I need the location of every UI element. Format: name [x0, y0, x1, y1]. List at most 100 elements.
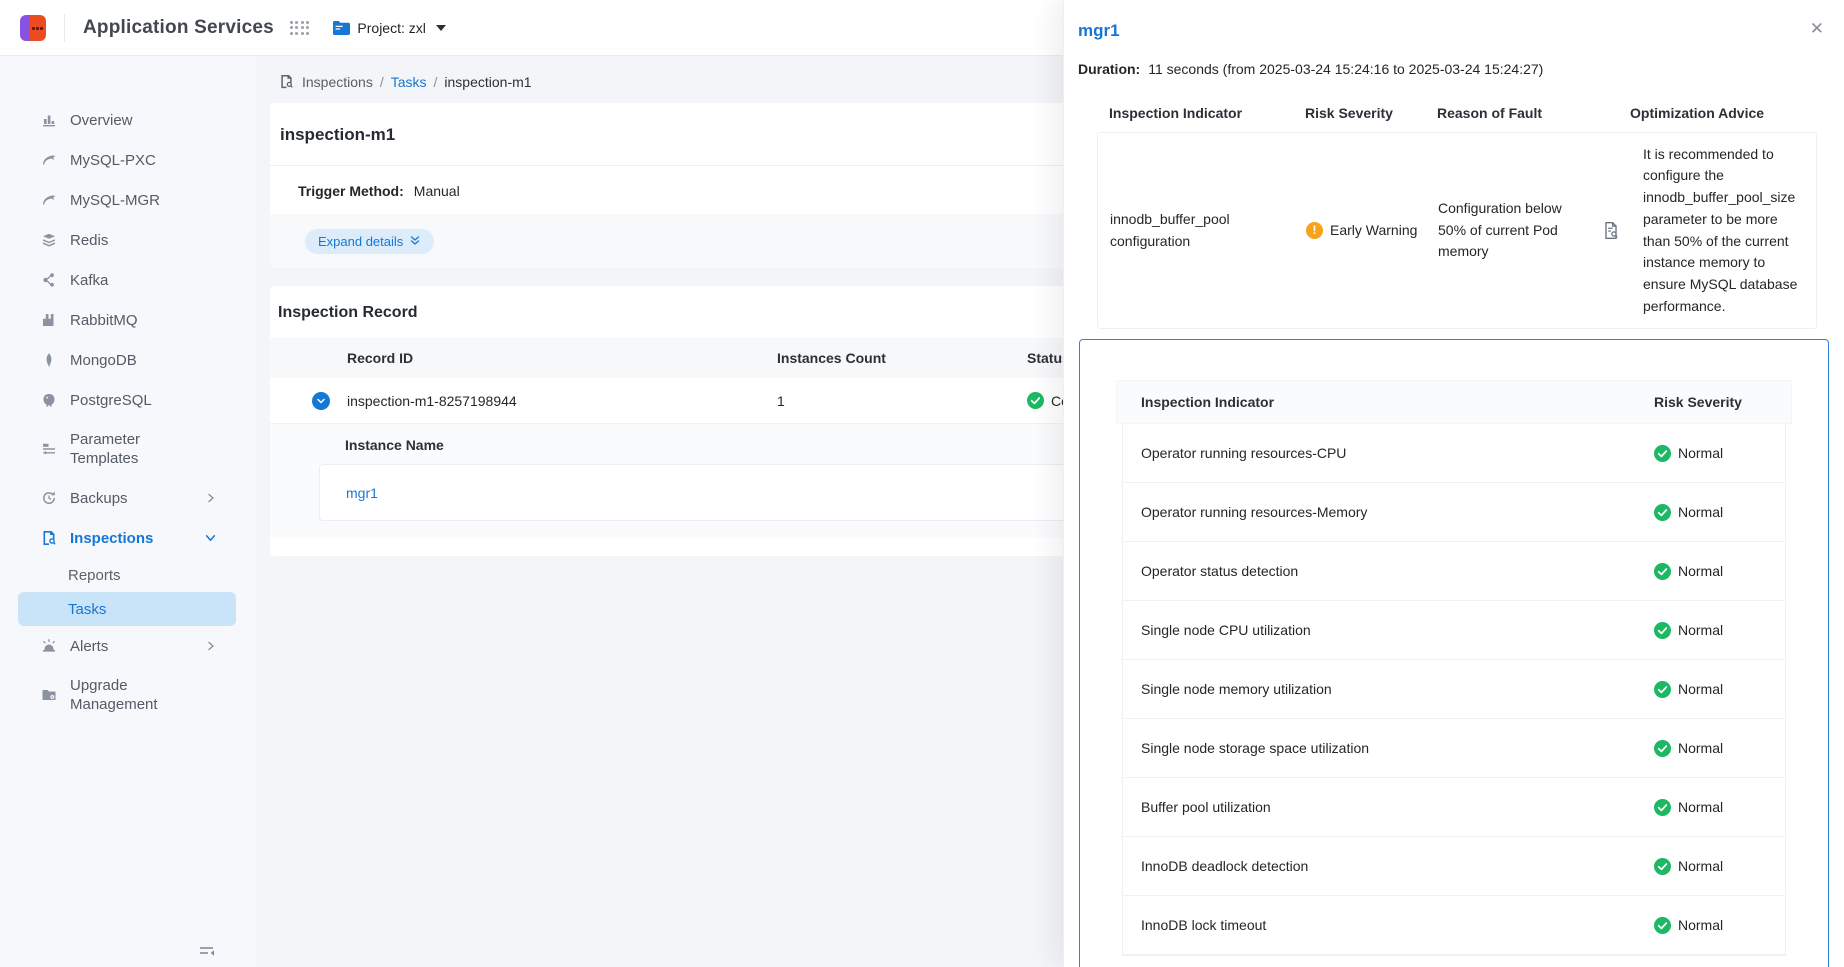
indicator-value: innodb_buffer_pool configuration: [1098, 209, 1294, 252]
column-risk-severity: Risk Severity: [1293, 105, 1425, 121]
indicator-label: InnoDB lock timeout: [1123, 917, 1654, 933]
indicator-label: Single node CPU utilization: [1123, 622, 1654, 638]
collapse-row-icon[interactable]: [312, 392, 330, 410]
sidebar-item-label: Reports: [68, 567, 121, 584]
leaf-icon: [40, 352, 57, 369]
expand-details-button[interactable]: Expand details: [305, 229, 434, 254]
view-report-icon[interactable]: [1591, 221, 1631, 240]
sidebar-item-backups[interactable]: Backups: [0, 478, 256, 518]
sidebar-item-kafka[interactable]: Kafka: [0, 260, 256, 300]
severity-value: Normal: [1678, 681, 1723, 697]
project-folder-icon: [333, 19, 350, 36]
indicator-row: InnoDB lock timeout Normal: [1123, 896, 1785, 955]
severity-value: Normal: [1678, 858, 1723, 874]
sidebar-item-label: MySQL-PXC: [70, 152, 156, 169]
alarm-icon: [40, 638, 57, 655]
sidebar-item-rabbitmq[interactable]: RabbitMQ: [0, 300, 256, 340]
sidebar-item-mysql-pxc[interactable]: MySQL-PXC: [0, 140, 256, 180]
inspection-doc-search-icon: [278, 73, 295, 90]
trigger-method-label: Trigger Method:: [298, 183, 404, 199]
severity-badge: Normal: [1654, 622, 1785, 639]
sidebar-item-label: Alerts: [70, 638, 108, 655]
check-circle-icon: [1654, 858, 1671, 875]
chevron-right-icon: [206, 641, 216, 651]
severity-value: Normal: [1678, 799, 1723, 815]
indicator-row: Operator status detection Normal: [1123, 542, 1785, 601]
sidebar-item-label: Backups: [70, 490, 128, 507]
sidebar-item-mysql-mgr[interactable]: MySQL-MGR: [0, 180, 256, 220]
duration-row: Duration:11 seconds (from 2025-03-24 15:…: [1078, 61, 1844, 77]
record-id-value: inspection-m1-8257198944: [347, 393, 777, 409]
indicator-label: Buffer pool utilization: [1123, 799, 1654, 815]
inspection-doc-search-icon: [40, 530, 57, 547]
severity-value: Normal: [1678, 563, 1723, 579]
sidebar-item-redis[interactable]: Redis: [0, 220, 256, 260]
column-instances-count: Instances Count: [777, 350, 1027, 366]
sidebar-item-mongodb[interactable]: MongoDB: [0, 340, 256, 380]
column-inspection-indicator: Inspection Indicator: [1097, 105, 1293, 121]
app-launcher-icon[interactable]: [290, 21, 310, 35]
template-icon: [40, 441, 57, 458]
indicator-row: Operator running resources-CPU Normal: [1123, 424, 1785, 483]
indicator-label: Operator running resources-CPU: [1123, 445, 1654, 461]
collapse-sidebar-icon[interactable]: [198, 944, 215, 963]
divider: [64, 14, 65, 42]
severity-badge: Normal: [1654, 445, 1785, 462]
rabbit-icon: [40, 312, 57, 329]
chevron-right-icon: [206, 493, 216, 503]
column-inspection-indicator: Inspection Indicator: [1117, 394, 1654, 410]
warning-circle-icon: !: [1306, 222, 1323, 239]
layers-icon: [40, 232, 57, 249]
instances-count-value: 1: [777, 393, 1027, 409]
indicator-row: Single node CPU utilization Normal: [1123, 601, 1785, 660]
sidebar-item-reports[interactable]: Reports: [18, 558, 236, 592]
backup-restore-icon: [40, 490, 57, 507]
sidebar-item-postgresql[interactable]: PostgreSQL: [0, 380, 256, 420]
advice-value: It is recommended to configure the innod…: [1631, 144, 1816, 318]
severity-badge: Normal: [1654, 858, 1785, 875]
breadcrumb-separator: /: [380, 74, 384, 90]
application-window: Application Services Project: zxl Overvi…: [0, 0, 1844, 967]
project-selector[interactable]: Project: zxl: [333, 19, 445, 36]
instance-detail-drawer: ✕ mgr1 Duration:11 seconds (from 2025-03…: [1063, 0, 1844, 967]
indicator-label: Single node storage space utilization: [1123, 740, 1654, 756]
column-optimization-advice: Optimization Advice: [1618, 105, 1817, 121]
sidebar-item-tasks[interactable]: Tasks: [18, 592, 236, 626]
fault-table-row: innodb_buffer_pool configuration ! Early…: [1097, 132, 1817, 329]
sidebar-item-label: PostgreSQL: [70, 392, 152, 409]
sidebar-item-label: Parameter Templates: [70, 430, 188, 468]
sidebar-item-label: Redis: [70, 232, 108, 249]
project-label: Project: zxl: [357, 20, 425, 36]
sidebar-item-upgrade-management[interactable]: Upgrade Management: [0, 666, 256, 724]
instance-name-link[interactable]: mgr1: [346, 485, 378, 501]
indicator-results-panel: Inspection Indicator Risk Severity Opera…: [1079, 339, 1829, 967]
reason-value: Configuration below 50% of current Pod m…: [1426, 198, 1591, 263]
chevron-down-icon: [436, 25, 446, 31]
sidebar-item-inspections[interactable]: Inspections: [0, 518, 256, 558]
severity-value: Normal: [1678, 622, 1723, 638]
breadcrumb-item-tasks[interactable]: Tasks: [391, 74, 427, 90]
indicator-table-header: Inspection Indicator Risk Severity: [1116, 380, 1792, 424]
column-risk-severity: Risk Severity: [1654, 394, 1791, 410]
indicator-label: Single node memory utilization: [1123, 681, 1654, 697]
sidebar-item-label: Kafka: [70, 272, 108, 289]
check-circle-icon: [1654, 622, 1671, 639]
bar-chart-icon: [40, 112, 57, 129]
sidebar-item-alerts[interactable]: Alerts: [0, 626, 256, 666]
column-reason-of-fault: Reason of Fault: [1425, 105, 1618, 121]
close-icon[interactable]: ✕: [1810, 20, 1824, 37]
check-circle-icon: [1654, 445, 1671, 462]
indicator-label: Operator running resources-Memory: [1123, 504, 1654, 520]
duration-label: Duration:: [1078, 61, 1140, 77]
sidebar-item-overview[interactable]: Overview: [0, 100, 256, 140]
check-circle-icon: [1654, 563, 1671, 580]
severity-value: Early Warning: [1330, 220, 1417, 242]
sidebar-item-label: RabbitMQ: [70, 312, 138, 329]
chevron-down-icon: [205, 533, 216, 544]
network-icon: [40, 272, 57, 289]
sidebar-item-parameter-templates[interactable]: Parameter Templates: [0, 420, 256, 478]
indicator-label: InnoDB deadlock detection: [1123, 858, 1654, 874]
fault-table-header: Inspection Indicator Risk Severity Reaso…: [1097, 94, 1817, 132]
column-record-id: Record ID: [347, 350, 777, 366]
indicator-row: InnoDB deadlock detection Normal: [1123, 837, 1785, 896]
